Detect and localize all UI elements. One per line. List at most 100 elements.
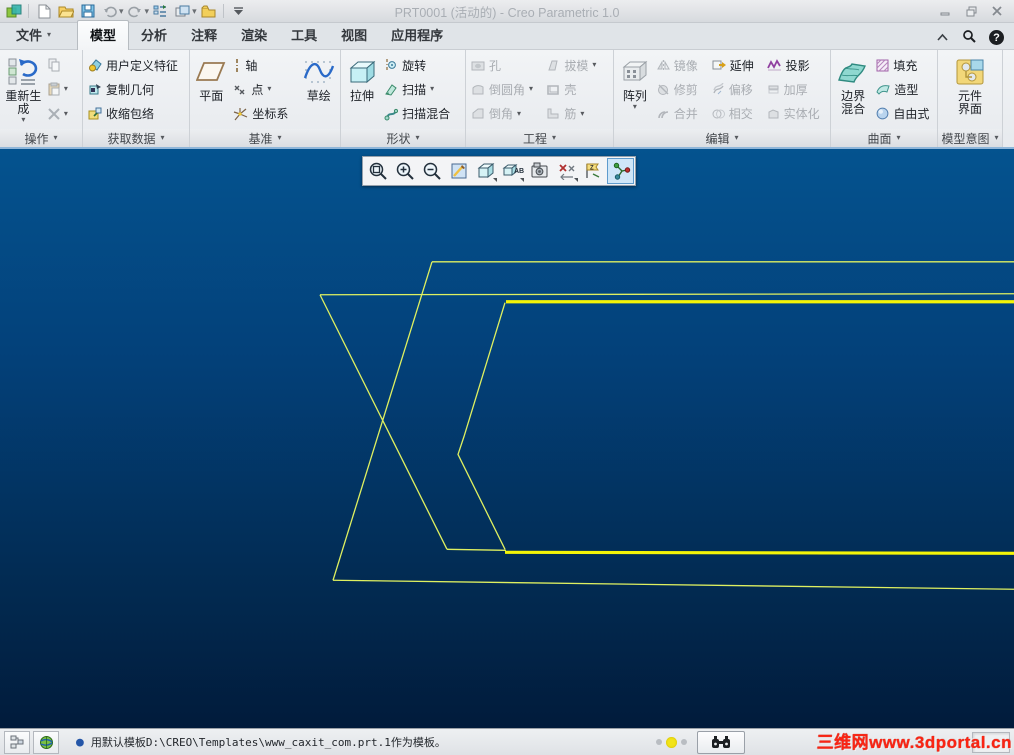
merge-button[interactable]: 合并 bbox=[657, 104, 706, 124]
group-label-datum[interactable]: 基准 ▾ bbox=[190, 129, 340, 147]
spin-center-button[interactable] bbox=[607, 158, 634, 184]
search-icon[interactable] bbox=[962, 29, 976, 46]
tab-file-label: 文件 bbox=[16, 28, 43, 43]
revolve-button[interactable]: 旋转 bbox=[384, 55, 460, 75]
fill-button[interactable]: 填充 bbox=[876, 55, 932, 75]
window-dropdown-icon[interactable]: ▾ bbox=[192, 6, 197, 17]
open-file-button[interactable] bbox=[55, 2, 76, 20]
component-interface-icon bbox=[954, 54, 986, 90]
redo-dropdown-icon[interactable]: ▾ bbox=[145, 6, 150, 17]
tab-analysis[interactable]: 分析 bbox=[129, 21, 179, 49]
delete-button[interactable]: ▾ bbox=[48, 104, 77, 124]
freestyle-button[interactable]: 自由式 bbox=[876, 104, 932, 124]
intersect-button[interactable]: 相交 bbox=[712, 104, 761, 124]
udf-button[interactable]: 用户定义特征 bbox=[88, 55, 184, 75]
tab-model[interactable]: 模型 bbox=[77, 20, 130, 50]
project-button[interactable]: 投影 bbox=[766, 55, 825, 75]
sketch-button[interactable]: 草绘 bbox=[301, 52, 337, 127]
close-window-button[interactable] bbox=[198, 2, 219, 20]
solidify-button[interactable]: 实体化 bbox=[767, 104, 825, 124]
chevron-down-icon: ▾ bbox=[21, 115, 26, 124]
saved-orientations-button[interactable]: AB bbox=[499, 158, 526, 184]
round-button[interactable]: 倒圆角 ▾ bbox=[471, 79, 540, 99]
tab-view[interactable]: 视图 bbox=[329, 21, 379, 49]
tab-file[interactable]: 文件 ▾ bbox=[4, 21, 63, 49]
find-button[interactable] bbox=[697, 730, 745, 754]
regenerate-quick-button[interactable] bbox=[150, 2, 171, 20]
swept-blend-icon bbox=[384, 108, 399, 121]
zoom-out-button[interactable] bbox=[418, 158, 445, 184]
help-icon[interactable]: ? bbox=[989, 30, 1004, 45]
sweep-button[interactable]: 扫描 ▾ bbox=[384, 79, 460, 99]
axis-button[interactable]: 轴 bbox=[233, 55, 296, 75]
group-label-editing[interactable]: 编辑 ▾ bbox=[614, 129, 830, 147]
copy-button[interactable] bbox=[48, 55, 77, 75]
pattern-button[interactable]: 阵列 ▾ bbox=[617, 52, 653, 127]
rib-button[interactable]: 筋 ▾ bbox=[546, 104, 608, 124]
view-manager-button[interactable] bbox=[526, 158, 553, 184]
chevron-down-icon: ▾ bbox=[47, 29, 52, 39]
separator bbox=[28, 4, 29, 18]
undo-dropdown-icon[interactable]: ▾ bbox=[119, 6, 124, 17]
tab-render[interactable]: 渲染 bbox=[229, 21, 279, 49]
component-interface-button[interactable]: 元件界面 bbox=[945, 52, 995, 127]
restore-icon[interactable] bbox=[964, 5, 978, 17]
customize-toolbar-icon[interactable] bbox=[228, 2, 249, 20]
tab-applications[interactable]: 应用程序 bbox=[379, 21, 455, 49]
minimize-icon[interactable] bbox=[938, 5, 952, 17]
style-button[interactable]: 造型 bbox=[876, 79, 932, 99]
tab-tools[interactable]: 工具 bbox=[279, 21, 329, 49]
group-label-surfaces[interactable]: 曲面 ▾ bbox=[831, 129, 937, 147]
tab-annotate[interactable]: 注释 bbox=[179, 21, 229, 49]
group-label-operate[interactable]: 操作 ▾ bbox=[0, 129, 82, 147]
extrude-button[interactable]: 拉伸 bbox=[344, 52, 380, 127]
round-icon bbox=[472, 85, 484, 95]
intersect-icon bbox=[712, 109, 725, 119]
group-label-get-data[interactable]: 获取数据 ▾ bbox=[83, 129, 189, 147]
group-label-model-intent[interactable]: 模型意图 ▾ bbox=[938, 129, 1002, 147]
hole-button[interactable]: 孔 bbox=[471, 55, 540, 75]
regenerate-button[interactable]: 重新生成 ▾ bbox=[3, 52, 44, 127]
model-tree-toggle-button[interactable] bbox=[4, 730, 30, 754]
redo-button[interactable] bbox=[125, 2, 146, 20]
point-button[interactable]: 点 ▾ bbox=[233, 79, 296, 99]
display-style-button[interactable] bbox=[472, 158, 499, 184]
trim-icon bbox=[657, 84, 669, 95]
new-file-button[interactable] bbox=[33, 2, 54, 20]
window-switch-button[interactable] bbox=[172, 2, 193, 20]
shrinkwrap-button[interactable]: 收缩包络 bbox=[88, 104, 184, 124]
undo-button[interactable] bbox=[99, 2, 120, 20]
sweep-icon bbox=[385, 84, 397, 97]
message-log-dots[interactable] bbox=[656, 736, 687, 748]
draft-button[interactable]: 拔模 ▾ bbox=[546, 55, 608, 75]
repaint-button[interactable] bbox=[445, 158, 472, 184]
boundary-blend-button[interactable]: 边界混合 bbox=[834, 52, 872, 127]
save-button[interactable] bbox=[77, 2, 98, 20]
copy-geometry-button[interactable]: 复制几何 bbox=[88, 79, 184, 99]
thicken-button[interactable]: 加厚 bbox=[767, 79, 825, 99]
csys-button[interactable]: 坐标系 bbox=[233, 104, 296, 124]
plane-button[interactable]: 平面 bbox=[193, 52, 229, 127]
freestyle-icon bbox=[876, 107, 889, 120]
extend-button[interactable]: 延伸 bbox=[712, 55, 761, 75]
group-engineering: 孔 倒圆角 ▾ 倒角 ▾ 拔模 ▾ 壳 筋 ▾ 工程 ▾ bbox=[466, 50, 614, 147]
shell-button[interactable]: 壳 bbox=[546, 79, 608, 99]
mirror-icon bbox=[656, 59, 670, 71]
swept-blend-button[interactable]: 扫描混合 bbox=[384, 104, 460, 124]
collapse-ribbon-icon[interactable] bbox=[936, 31, 949, 45]
refit-button[interactable] bbox=[364, 158, 391, 184]
graphics-area[interactable]: AB Z bbox=[0, 149, 1014, 728]
paste-button[interactable]: ▾ bbox=[48, 79, 77, 99]
datum-display-filters-button[interactable] bbox=[553, 158, 580, 184]
offset-button[interactable]: 偏移 bbox=[712, 79, 761, 99]
group-label-shapes[interactable]: 形状 ▾ bbox=[341, 129, 465, 147]
group-label-engineering[interactable]: 工程 ▾ bbox=[466, 129, 613, 147]
annotation-display-button[interactable]: Z bbox=[580, 158, 607, 184]
chamfer-button[interactable]: 倒角 ▾ bbox=[471, 104, 540, 124]
web-browser-toggle-button[interactable] bbox=[33, 730, 59, 754]
trim-button[interactable]: 修剪 bbox=[657, 79, 706, 99]
zoom-in-button[interactable] bbox=[391, 158, 418, 184]
close-icon[interactable] bbox=[990, 5, 1004, 17]
mirror-button[interactable]: 镜像 bbox=[656, 55, 706, 75]
rib-icon bbox=[547, 108, 559, 119]
